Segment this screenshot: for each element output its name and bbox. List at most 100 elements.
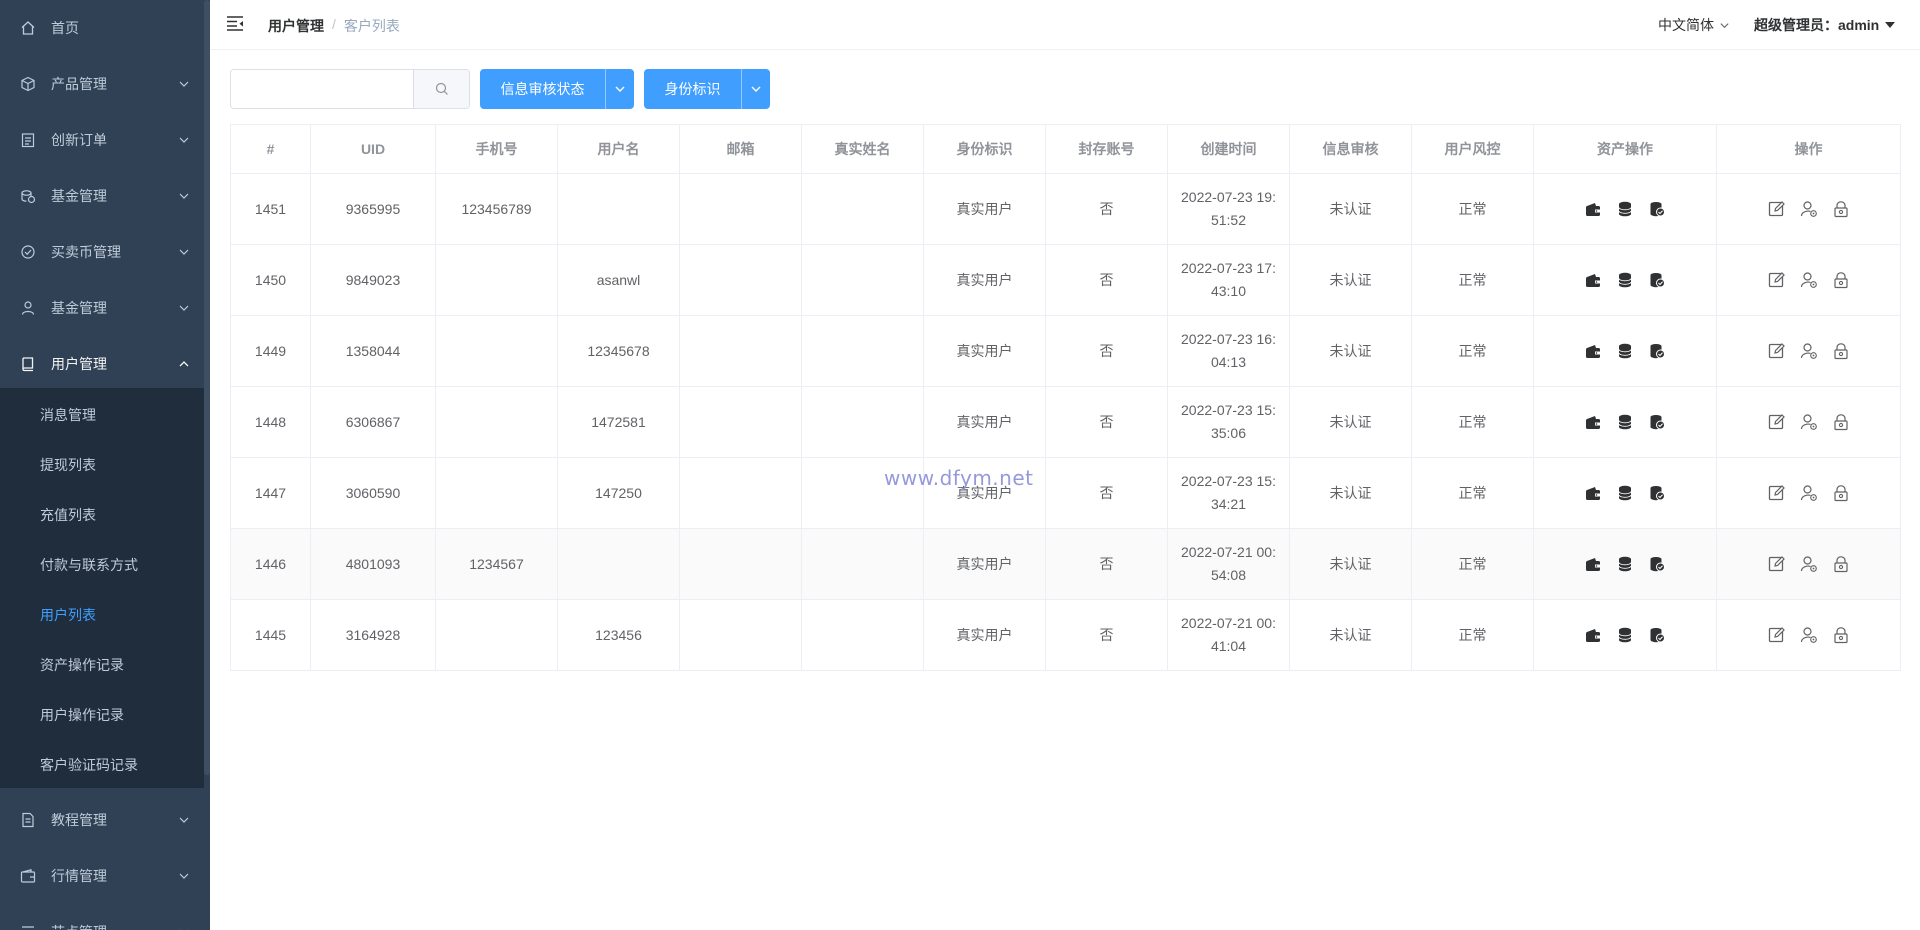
lock-icon[interactable] (1830, 553, 1852, 575)
wallet-icon[interactable] (1582, 624, 1604, 646)
language-selector[interactable]: 中文简体 (1658, 15, 1730, 35)
sidebar-item-label: 行情管理 (51, 868, 107, 884)
user-settings-icon[interactable] (1798, 411, 1820, 433)
cell-identity: 真实用户 (923, 173, 1046, 245)
cell-id: 1451 (230, 173, 311, 245)
cell-actions (1716, 528, 1901, 600)
sidebar-item-trade-coin[interactable]: 买卖币管理 (0, 224, 204, 280)
lock-icon[interactable] (1830, 198, 1852, 220)
user-settings-icon[interactable] (1798, 198, 1820, 220)
table-row: 1447 3060590 147250 真实用户 否 2022-07-23 15… (230, 457, 1901, 529)
search-icon (435, 82, 448, 95)
coins-icon[interactable] (1614, 624, 1636, 646)
sidebar-subitem-label: 付款与联系方式 (40, 557, 138, 573)
document-icon (20, 812, 36, 828)
sidebar-item-nodes[interactable]: 节点管理 (0, 904, 204, 930)
coins-check-icon[interactable] (1646, 553, 1668, 575)
coins-check-icon[interactable] (1646, 411, 1668, 433)
check-circle-icon (20, 244, 36, 260)
coins-icon[interactable] (1614, 482, 1636, 504)
lock-icon[interactable] (1830, 269, 1852, 291)
cell-asset-ops (1533, 386, 1717, 458)
user-settings-icon[interactable] (1798, 553, 1820, 575)
edit-icon[interactable] (1766, 269, 1788, 291)
edit-icon[interactable] (1766, 482, 1788, 504)
sidebar-item-label: 买卖币管理 (51, 244, 121, 260)
cell-audit: 未认证 (1289, 315, 1412, 387)
sidebar-item-fund-2[interactable]: 基金管理 (0, 280, 204, 336)
sidebar-subitem-verification-codes[interactable]: 客户验证码记录 (0, 740, 204, 790)
edit-icon[interactable] (1766, 340, 1788, 362)
edit-icon[interactable] (1766, 411, 1788, 433)
sidebar-subitem-payment-contact[interactable]: 付款与联系方式 (0, 540, 204, 590)
wallet-icon[interactable] (1582, 411, 1604, 433)
cell-realname (801, 599, 924, 671)
cell-sealed: 否 (1045, 528, 1168, 600)
filter-audit-status-button[interactable]: 信息审核状态 (480, 69, 606, 109)
cell-uid: 3164928 (310, 599, 436, 671)
sidebar-subitem-deposits[interactable]: 充值列表 (0, 490, 204, 540)
created-date: 2022-07-23 15: (1181, 402, 1276, 418)
user-dropdown[interactable]: 超级管理员：admin (1754, 15, 1896, 35)
coins-check-icon[interactable] (1646, 269, 1668, 291)
sidebar-item-label: 基金管理 (51, 300, 107, 316)
wallet-icon[interactable] (1582, 553, 1604, 575)
sidebar-subitem-asset-log[interactable]: 资产操作记录 (0, 640, 204, 690)
user-settings-icon[interactable] (1798, 624, 1820, 646)
coins-check-icon[interactable] (1646, 340, 1668, 362)
user-icon (20, 300, 36, 316)
sidebar-subitem-label: 消息管理 (40, 407, 96, 423)
chevron-down-icon (179, 817, 189, 823)
coins-icon[interactable] (1614, 553, 1636, 575)
coins-check-icon[interactable] (1646, 624, 1668, 646)
cell-phone: 123456789 (435, 173, 558, 245)
edit-icon[interactable] (1766, 198, 1788, 220)
sidebar-subitem-user-list[interactable]: 用户列表 (0, 590, 204, 640)
user-settings-icon[interactable] (1798, 269, 1820, 291)
filter-identity-button[interactable]: 身份标识 (644, 69, 742, 109)
wallet-icon[interactable] (1582, 198, 1604, 220)
coins-icon[interactable] (1614, 269, 1636, 291)
coins-icon[interactable] (1614, 411, 1636, 433)
search-input[interactable] (231, 70, 413, 108)
coins-check-icon[interactable] (1646, 482, 1668, 504)
sidebar-subitem-user-log[interactable]: 用户操作记录 (0, 690, 204, 740)
lock-icon[interactable] (1830, 340, 1852, 362)
cell-sealed: 否 (1045, 244, 1168, 316)
sidebar-item-products[interactable]: 产品管理 (0, 56, 204, 112)
cell-created-time: 2022-07-23 16: 04:13 (1167, 315, 1290, 387)
sidebar-item-user-management[interactable]: 用户管理 (0, 336, 204, 392)
column-header-username: 用户名 (557, 124, 680, 174)
sidebar-item-home[interactable]: 首页 (0, 0, 204, 56)
coins-icon[interactable] (1614, 340, 1636, 362)
coins-icon[interactable] (1614, 198, 1636, 220)
filter-identity-toggle[interactable] (742, 69, 770, 109)
search-button[interactable] (413, 70, 469, 108)
sidebar-subitem-withdrawals[interactable]: 提现列表 (0, 440, 204, 490)
coins-check-icon[interactable] (1646, 198, 1668, 220)
lock-icon[interactable] (1830, 411, 1852, 433)
sidebar-subitem-messages[interactable]: 消息管理 (0, 390, 204, 440)
user-settings-icon[interactable] (1798, 482, 1820, 504)
user-settings-icon[interactable] (1798, 340, 1820, 362)
menu-fold-icon[interactable] (226, 14, 244, 32)
sidebar-item-orders[interactable]: 创新订单 (0, 112, 204, 168)
lock-icon[interactable] (1830, 482, 1852, 504)
edit-icon[interactable] (1766, 553, 1788, 575)
breadcrumb-item-user-management[interactable]: 用户管理 (268, 16, 324, 36)
sidebar-scrollbar[interactable] (204, 0, 210, 775)
wallet-icon[interactable] (1582, 340, 1604, 362)
cell-sealed: 否 (1045, 173, 1168, 245)
wallet-icon[interactable] (1582, 482, 1604, 504)
filter-audit-status-toggle[interactable] (606, 69, 634, 109)
lock-icon[interactable] (1830, 624, 1852, 646)
cell-realname (801, 315, 924, 387)
cell-id: 1445 (230, 599, 311, 671)
created-date: 2022-07-23 17: (1181, 260, 1276, 276)
sidebar-item-market[interactable]: 行情管理 (0, 848, 204, 904)
wallet-icon[interactable] (1582, 269, 1604, 291)
edit-icon[interactable] (1766, 624, 1788, 646)
sidebar-item-fund[interactable]: 基金管理 (0, 168, 204, 224)
sidebar-item-tutorials[interactable]: 教程管理 (0, 792, 204, 848)
cell-risk: 正常 (1411, 457, 1534, 529)
